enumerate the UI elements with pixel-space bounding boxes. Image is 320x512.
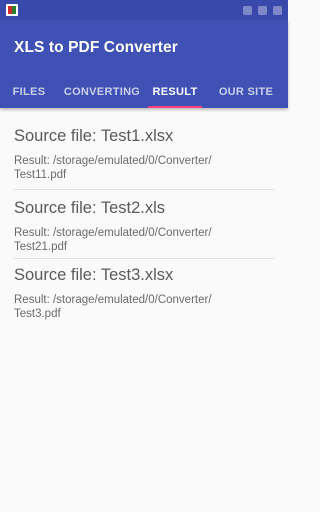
wifi-icon — [258, 5, 267, 15]
result-path-line: Result: /storage/emulated/0/Converter/ — [14, 294, 212, 306]
app-bar: XLS to PDF Converter FILES CONVERTING RE… — [0, 20, 288, 108]
tab-converting[interactable]: CONVERTING — [58, 76, 146, 108]
source-file-label: Source file: Test2.xls — [14, 199, 166, 217]
tab-converting-label: CONVERTING — [63, 86, 141, 98]
app-title: XLS to PDF Converter — [14, 39, 178, 56]
result-path-line: Result: /storage/emulated/0/Converter/ — [14, 227, 212, 239]
tab-our-site[interactable]: OUR SITE — [204, 76, 288, 108]
tab-result[interactable]: RESULT — [146, 76, 204, 108]
tab-bar: FILES CONVERTING RESULT OUR SITE — [0, 76, 288, 108]
list-item[interactable]: Source file: Test3.xlsx Result: /storage… — [14, 259, 274, 328]
list-item[interactable]: Source file: Test2.xls Result: /storage/… — [14, 190, 274, 259]
result-list: Source file: Test1.xlsx Result: /storage… — [0, 108, 288, 328]
result-file-name: Test11.pdf — [14, 169, 67, 181]
list-item[interactable]: Source file: Test1.xlsx Result: /storage… — [14, 108, 274, 190]
result-file-name: Test3.pdf — [14, 308, 61, 320]
result-path: Result: /storage/emulated/0/Converter/ T… — [14, 293, 274, 321]
battery-icon — [273, 5, 282, 15]
source-file-label: Source file: Test3.xlsx — [14, 266, 174, 284]
tab-our-site-label: OUR SITE — [218, 86, 274, 98]
app-notification-icon — [6, 4, 18, 16]
source-file-label: Source file: Test1.xlsx — [14, 127, 174, 145]
status-bar — [0, 0, 288, 20]
result-file-name: Test21.pdf — [14, 241, 68, 253]
tab-result-label: RESULT — [152, 86, 198, 98]
result-path: Result: /storage/emulated/0/Converter/ T… — [14, 226, 274, 254]
system-status-icons — [182, 5, 282, 15]
result-path: Result: /storage/emulated/0/Converter/ T… — [14, 154, 274, 182]
result-path-line: Result: /storage/emulated/0/Converter/ — [14, 155, 212, 167]
tab-files-label: FILES — [12, 86, 46, 98]
tab-files[interactable]: FILES — [0, 76, 58, 108]
signal-icon — [243, 5, 252, 15]
